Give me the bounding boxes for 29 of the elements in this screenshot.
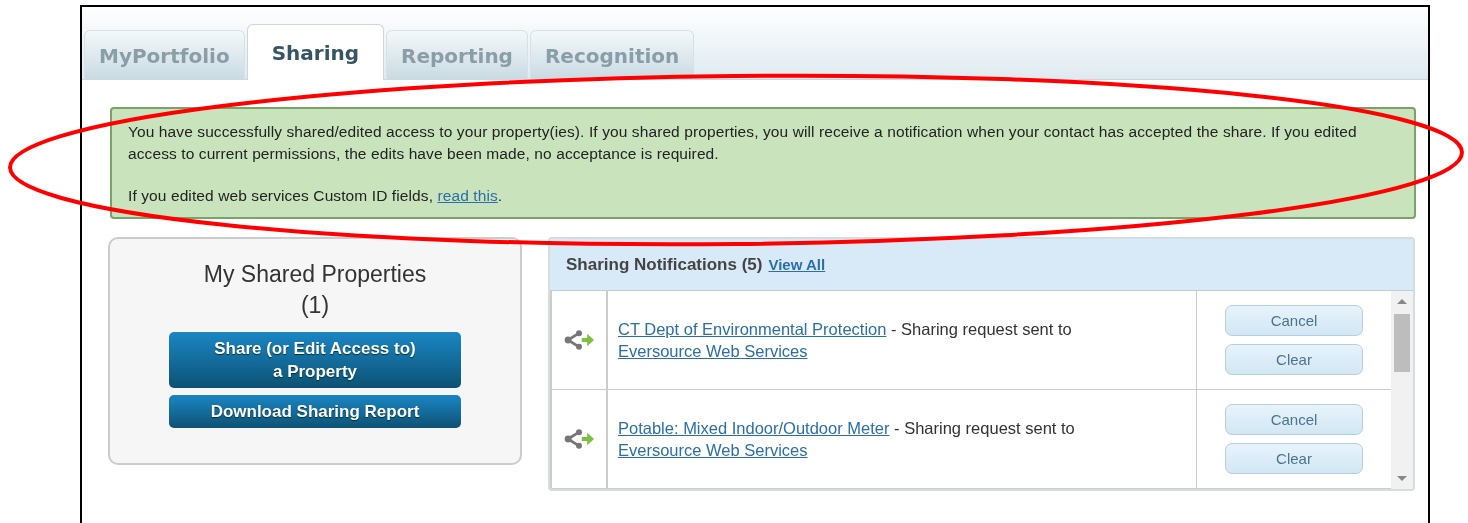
property-count: (1) — [300, 292, 330, 319]
tab[interactable]: Recognition — [529, 30, 695, 80]
share-arrow-icon — [564, 428, 594, 450]
tab[interactable]: Reporting — [386, 30, 528, 80]
notification-button[interactable]: Cancel — [1225, 305, 1363, 336]
action-button[interactable]: Share (or Edit Access to) a Property — [169, 332, 461, 388]
notification-text: Potable: Mixed Indoor/Outdoor Meter - Sharing request sent to Eversource Web Services — [618, 418, 1076, 461]
alert-note: If you edited web services Custom ID fields, read this. — [128, 186, 504, 206]
tab[interactable]: MyPortfolio — [84, 30, 245, 80]
action-button[interactable]: Download Sharing Report — [169, 395, 461, 428]
panel-title: Sharing Notifications (5) — [566, 254, 763, 275]
property-link[interactable]: Potable: Mixed Indoor/Outdoor Meter — [618, 419, 890, 437]
scroll-up-icon[interactable] — [1397, 299, 1407, 304]
notification-button[interactable]: Clear — [1225, 443, 1363, 474]
tab[interactable]: Sharing — [246, 24, 385, 80]
notification-button[interactable]: Cancel — [1225, 404, 1363, 435]
alert-message: You have successfully shared/edited access to your property(ies). If you shared properties, you will receive a notification when your contact has accepted the share. If you edited access to current permissions, the edits have been made, no acceptance is required. — [128, 122, 1358, 164]
view-all-link[interactable]: View All — [768, 256, 826, 273]
scroll-thumb[interactable] — [1394, 314, 1410, 372]
notification-button[interactable]: Clear — [1225, 344, 1363, 375]
notification-text: CT Dept of Environmental Protection - Sharing request sent to Eversource Web Services — [618, 319, 1073, 362]
contact-link[interactable]: Eversource Web Services — [618, 342, 808, 360]
contact-link[interactable]: Eversource Web Services — [618, 441, 808, 459]
read-this-link[interactable]: read this — [437, 187, 498, 204]
scrollbar[interactable] — [1391, 291, 1413, 489]
card-title: My Shared Properties — [203, 261, 427, 288]
scroll-down-icon[interactable] — [1397, 476, 1407, 481]
property-link[interactable]: CT Dept of Environmental Protection — [618, 320, 887, 338]
share-arrow-icon — [564, 329, 594, 351]
